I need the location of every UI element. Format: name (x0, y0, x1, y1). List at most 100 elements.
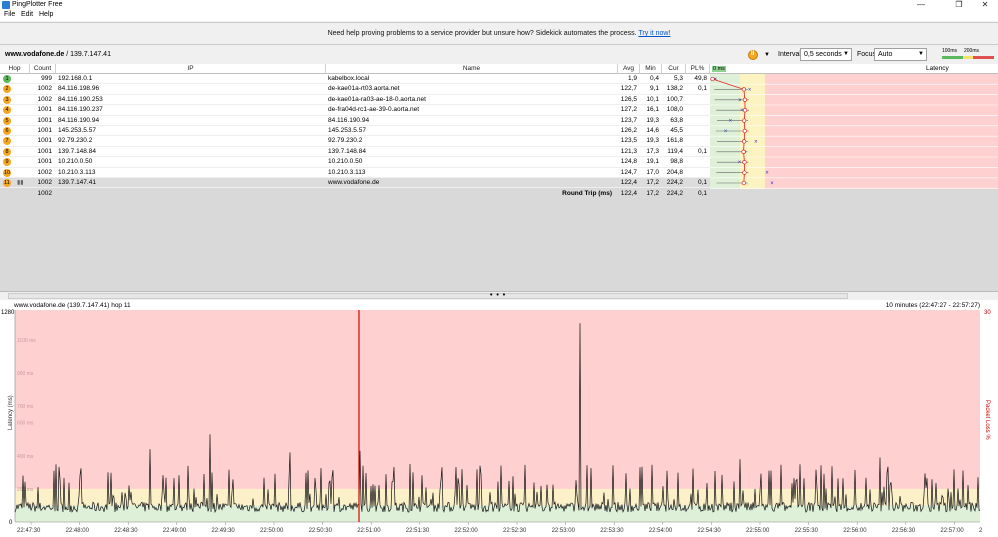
graph-icon: ▮▮ (17, 180, 24, 186)
x-tick-label: 22:52:00 (454, 528, 478, 534)
hop-pl (686, 126, 707, 136)
hop-pl: 0,1 (697, 85, 707, 93)
current-latency-mark: × (724, 129, 728, 135)
hop-badge: 8 (3, 147, 11, 156)
roundtrip-avg: 122,4 (620, 190, 637, 197)
col-ip-header[interactable]: IP (56, 64, 326, 74)
hop-cur: 161,8 (666, 137, 683, 145)
hop-ip: 84.116.198.96 (58, 85, 100, 93)
x-tick-label-tail: 2 (979, 528, 983, 534)
current-latency-mark: × (738, 160, 742, 166)
x-tick-label: 22:52:30 (503, 528, 527, 534)
hop-min: 17,2 (646, 179, 659, 186)
col-min-header[interactable]: Min (640, 64, 662, 74)
pause-button[interactable] (748, 50, 758, 60)
current-latency-mark: × (770, 181, 774, 187)
right-axis-label: Packet Loss % (984, 400, 990, 440)
pause-dropdown-icon[interactable]: ▼ (762, 50, 772, 60)
latency-scale-legend: 100ms 200ms (940, 48, 996, 61)
col-hop-header[interactable]: Hop (0, 64, 30, 74)
hop-name: 145.253.5.57 (328, 127, 366, 134)
horizontal-scrollbar[interactable] (8, 293, 848, 299)
y-zero-label: 0 (9, 520, 13, 526)
roundtrip-row: 1002 Round Trip (ms) 122,4 17,2 224,2 0,… (0, 189, 710, 199)
hop-ip: 10.210.3.113 (58, 168, 96, 176)
target-bar: www.vodafone.de / 139.7.147.41 ▼ Interva… (0, 46, 998, 63)
avg-latency-point (741, 149, 746, 154)
focus-select[interactable]: Auto ▼ (874, 48, 927, 61)
current-latency-mark: × (738, 98, 742, 104)
y-axis-label: Latency (ms) (8, 395, 14, 430)
x-tick-label: 22:53:30 (600, 528, 624, 534)
minimize-button[interactable]: — (910, 0, 932, 10)
hop-cur: 204,8 (666, 168, 683, 176)
hop-cur: 5,3 (673, 75, 683, 82)
timeline-graph[interactable]: 1100 ms900 ms700 ms600 ms400 ms200 ms128… (0, 300, 998, 537)
splitter-grip-icon[interactable]: • • • (490, 292, 506, 299)
hop-pl: 0,1 (697, 179, 707, 186)
hop-pl: 49,8 (694, 75, 707, 82)
col-latency-header[interactable]: 0 ms Latency (710, 64, 998, 74)
interval-label: Interval (778, 51, 801, 58)
hop-badge: 9 (3, 158, 11, 167)
x-tick-label: 22:51:00 (357, 528, 381, 534)
hop-cur: 45,5 (670, 127, 683, 134)
hop-avg: 123,7 (620, 116, 637, 124)
interval-select[interactable]: 0,5 seconds ▼ (800, 48, 852, 61)
menu-file[interactable]: File (4, 11, 15, 18)
hop-ip: 84.116.190.253 (58, 95, 103, 103)
hop-cur: 98,8 (670, 158, 683, 166)
hop-pl (686, 168, 707, 178)
hop-pl: 0,1 (697, 147, 707, 155)
current-latency-mark: × (754, 139, 758, 145)
hop-avg: 1,9 (627, 75, 637, 82)
x-tick-label: 22:56:30 (892, 528, 916, 534)
hop-avg: 124,7 (620, 168, 637, 176)
col-count-header[interactable]: Count (30, 64, 56, 74)
avg-latency-point (741, 180, 746, 186)
latency-zero-label: 0 ms (712, 66, 726, 72)
col-name-header[interactable]: Name (326, 64, 618, 74)
hop-cur: 100,7 (666, 95, 683, 103)
scale-100-label: 100ms (942, 48, 958, 54)
panel-splitter[interactable]: • • • (0, 291, 998, 300)
close-button[interactable]: ✕ (974, 0, 996, 10)
menu-edit[interactable]: Edit (21, 11, 33, 18)
timeline-good-zone (15, 505, 980, 522)
chevron-down-icon: ▼ (843, 51, 849, 57)
x-tick-label: 22:51:30 (406, 528, 430, 534)
x-tick-label: 22:57:00 (940, 528, 964, 534)
hop-name: de-fra04d-rc1-ae-39-0.aorta.net (328, 106, 420, 114)
x-tick-label: 22:55:00 (746, 528, 770, 534)
x-tick-label: 22:48:30 (114, 528, 138, 534)
hop-avg: 124,8 (620, 158, 637, 166)
hop-count: 1002 (37, 168, 52, 176)
avg-latency-point (742, 118, 747, 123)
hop-count: 1001 (37, 137, 52, 145)
window-title: PingPlotter Free (12, 1, 63, 8)
timeline-range[interactable]: 10 minutes (22:47:27 - 22:57:27) (886, 302, 980, 309)
hop-pl (686, 157, 707, 167)
banner-link[interactable]: Try it now! (638, 30, 670, 37)
hop-avg: 126,5 (620, 95, 637, 103)
current-latency-mark: × (765, 171, 769, 177)
timeline-title: www.vodafone.de (139.7.147.41) hop 11 (14, 302, 131, 309)
y-tick-label: 400 ms (17, 454, 34, 460)
target-host: www.vodafone.de (5, 51, 65, 58)
col-pl-header[interactable]: PL% (686, 64, 710, 74)
y-top-label: 1280 (1, 310, 15, 316)
x-tick-label: 22:54:00 (649, 528, 673, 534)
target-label: www.vodafone.de / 139.7.147.41 (5, 51, 111, 58)
hop-badge: 3 (3, 95, 11, 104)
hop-badge: 7 (3, 137, 11, 146)
col-avg-header[interactable]: Avg (618, 64, 640, 74)
avg-latency-point (742, 97, 748, 102)
roundtrip-min: 17,2 (646, 190, 659, 197)
hop-cur: 108,0 (666, 106, 683, 114)
col-cur-header[interactable]: Cur (662, 64, 686, 74)
hop-badge: 6 (3, 127, 11, 135)
banner-message: Need help proving problems to a service … (0, 30, 998, 37)
hop-min: 0,4 (649, 75, 659, 82)
menu-help[interactable]: Help (39, 11, 53, 18)
maximize-button[interactable]: ❐ (948, 0, 970, 10)
